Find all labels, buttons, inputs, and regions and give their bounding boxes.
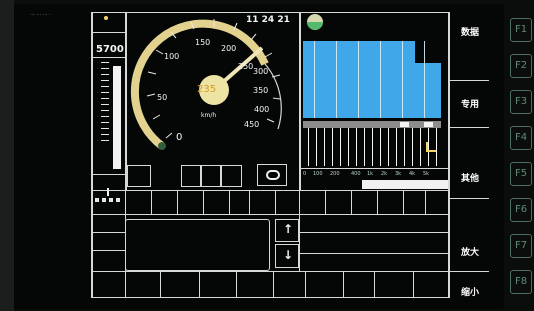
scroll-down-button[interactable]: ↓ <box>275 244 299 268</box>
left-panel-ticks <box>101 62 109 146</box>
status-led-icon <box>104 16 108 20</box>
divider-right-menu <box>448 12 450 298</box>
grid-hline <box>299 232 449 233</box>
up-arrow-icon: ↑ <box>283 222 294 236</box>
grid-vline <box>343 271 344 298</box>
grid-vline <box>236 271 237 298</box>
down-arrow-icon: ↓ <box>283 248 294 262</box>
function-key-f8[interactable]: F8 <box>510 270 532 294</box>
grid-vline <box>374 271 375 298</box>
speed-label-0: 0 <box>176 132 183 143</box>
status-text: ··· ··· ··· · <box>30 12 51 18</box>
planning-bar-separators <box>303 41 441 118</box>
distance-tick: 1k <box>367 171 374 177</box>
speed-label-400: 400 <box>254 105 270 114</box>
grid-hline <box>91 232 125 233</box>
distance-tick: 2k <box>381 171 388 177</box>
grid-vline <box>425 190 426 214</box>
menu-divider <box>448 127 489 128</box>
distance-tick: 3k <box>395 171 402 177</box>
planning-track-marker <box>400 122 409 127</box>
zoom-in-button[interactable]: 放大 <box>451 245 489 258</box>
menu-divider <box>448 80 489 81</box>
distance-tick: 0 <box>303 171 307 177</box>
speed-label-50: 50 <box>157 93 168 102</box>
distance-tick: 5k <box>423 171 430 177</box>
frame-left <box>91 12 93 298</box>
train-status-box[interactable] <box>257 164 287 186</box>
speed-label-450: 450 <box>244 120 260 129</box>
distance-tick: 4k <box>409 171 416 177</box>
grid-vline <box>275 190 276 214</box>
grid-hline <box>299 253 449 254</box>
status-lamp-icon <box>307 14 323 30</box>
planning-track-marker <box>424 122 433 127</box>
status-box[interactable] <box>201 165 221 187</box>
speed-label-250: 250 <box>238 62 254 71</box>
left-panel-bottom-rule <box>91 174 125 175</box>
speed-label-300: 300 <box>253 67 269 76</box>
planning-distance-bar <box>362 180 448 189</box>
zoom-out-button[interactable]: 缩小 <box>451 285 489 298</box>
status-box[interactable] <box>221 165 242 187</box>
grid-hline <box>91 250 125 251</box>
grid-vline <box>229 190 230 214</box>
function-key-f2[interactable]: F2 <box>510 54 532 78</box>
function-key-f3[interactable]: F3 <box>510 90 532 114</box>
function-key-f5[interactable]: F5 <box>510 162 532 186</box>
message-area[interactable] <box>125 219 270 271</box>
grid-vline <box>203 190 204 214</box>
grid-vline <box>325 190 326 214</box>
function-key-f7[interactable]: F7 <box>510 234 532 258</box>
train-icon <box>266 170 280 180</box>
planning-track-strip <box>303 121 441 128</box>
device-bezel <box>0 0 14 311</box>
grid-vline <box>377 190 378 214</box>
planning-vertical-lines <box>308 128 440 166</box>
grid-hline <box>91 297 449 298</box>
grid-vline <box>160 271 161 298</box>
grid-vline <box>351 190 352 214</box>
distance-tick: 100 <box>313 171 323 177</box>
menu-special-button[interactable]: 专用 <box>451 97 489 110</box>
function-key-f4[interactable]: F4 <box>510 126 532 150</box>
function-key-f6[interactable]: F6 <box>510 198 532 222</box>
grid-vline <box>199 271 200 298</box>
planning-axis <box>301 168 448 169</box>
grid-vline <box>305 271 306 298</box>
distance-tick: 400 <box>351 171 361 177</box>
grid-vline <box>273 271 274 298</box>
target-speed-marker <box>158 142 166 150</box>
left-panel-top-rule <box>91 32 125 33</box>
gradient-marker <box>426 142 436 152</box>
menu-divider <box>448 271 489 272</box>
current-speed: 235 <box>197 84 217 95</box>
grid-vline <box>177 190 178 214</box>
grid-vline <box>403 190 404 214</box>
grid-vline <box>413 271 414 298</box>
function-key-f1[interactable]: F1 <box>510 18 532 42</box>
speed-label-100: 100 <box>164 52 180 61</box>
status-box[interactable] <box>127 165 151 187</box>
menu-divider <box>448 198 489 199</box>
grid-vline <box>249 190 250 214</box>
status-box[interactable] <box>181 165 201 187</box>
grid-hline <box>91 271 449 272</box>
speed-unit: km/h <box>201 112 217 119</box>
speed-label-200: 200 <box>221 44 237 53</box>
grid-vline <box>151 190 152 214</box>
distance-tick: 200 <box>330 171 340 177</box>
menu-data-button[interactable]: 数据 <box>451 25 489 38</box>
menu-other-button[interactable]: 其他 <box>451 171 489 184</box>
grid-hline <box>91 214 449 215</box>
speed-label-150: 150 <box>195 38 211 47</box>
left-panel-value: 5700 <box>96 44 124 55</box>
speed-label-350: 350 <box>253 86 269 95</box>
grid-vline <box>299 190 300 271</box>
scroll-up-button[interactable]: ↑ <box>275 219 299 242</box>
grid-hline <box>91 190 449 191</box>
left-panel-mid-rule <box>91 57 125 58</box>
left-panel-level-bar <box>113 66 121 169</box>
